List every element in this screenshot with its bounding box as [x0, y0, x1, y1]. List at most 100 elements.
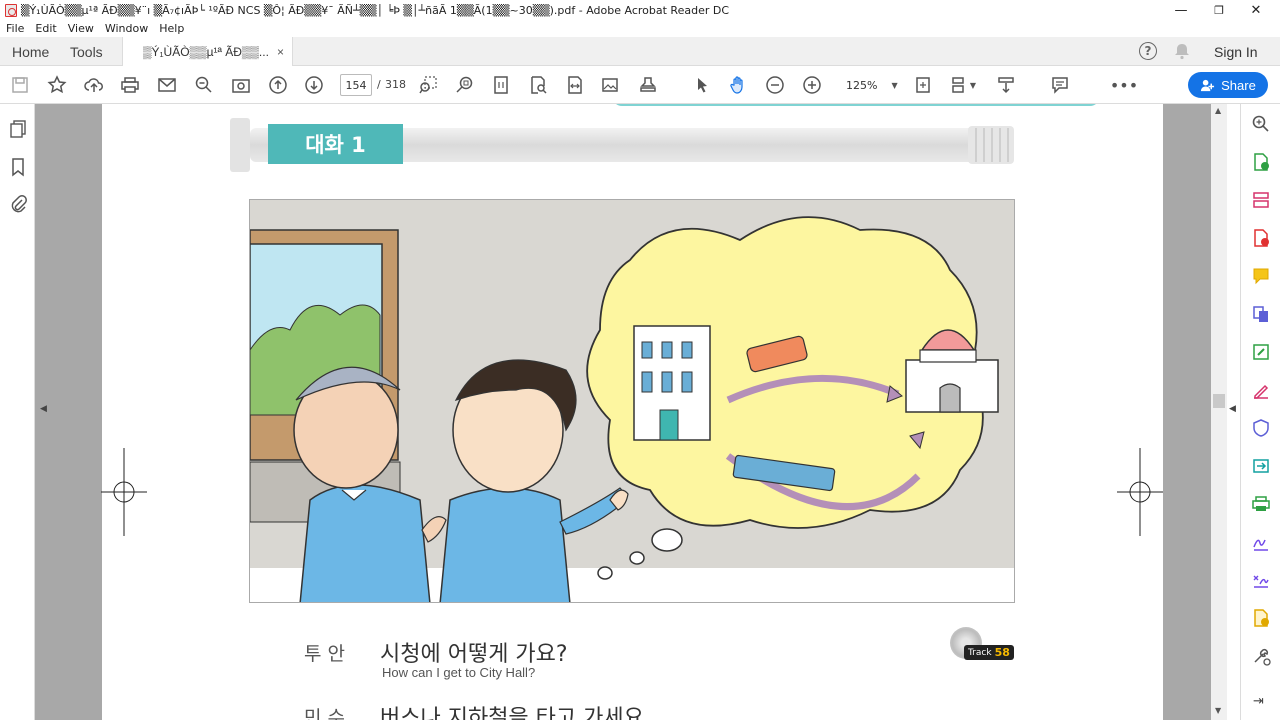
print-production-icon[interactable] [1251, 494, 1271, 518]
create-pdf-icon[interactable] [1251, 228, 1271, 252]
tab-tools[interactable]: Tools [70, 37, 103, 66]
fit-page-icon[interactable] [491, 75, 511, 95]
save-icon[interactable] [10, 75, 30, 95]
send-for-review-icon[interactable] [1251, 456, 1271, 480]
vertical-scrollbar[interactable]: ▲ ▼ [1211, 104, 1227, 720]
close-window-button[interactable]: ✕ [1238, 0, 1274, 20]
next-page-icon[interactable] [304, 75, 324, 95]
zoom-out-icon[interactable] [765, 75, 785, 95]
image-edit-icon[interactable] [601, 75, 621, 95]
attachments-icon[interactable] [8, 194, 28, 218]
acrobat-icon [5, 3, 17, 17]
menu-edit[interactable]: Edit [35, 22, 56, 35]
comment-tool-icon[interactable] [1251, 266, 1271, 290]
page-thumbnails-icon[interactable] [8, 119, 28, 143]
expand-panel-icon[interactable]: ⇥ [1253, 694, 1264, 709]
share-button[interactable]: Share [1188, 72, 1268, 98]
combine-files-icon[interactable] [1251, 304, 1271, 328]
page-display-icon[interactable] [950, 75, 970, 95]
section-heading: 대화 1 [268, 124, 403, 164]
scroll-down-icon[interactable]: ▼ [1215, 706, 1221, 715]
more-options-icon[interactable]: ••• [1110, 75, 1138, 95]
hand-tool-icon[interactable] [728, 75, 748, 95]
tab-close-icon[interactable]: × [277, 45, 284, 59]
print-icon[interactable] [120, 75, 140, 95]
edit-pdf-icon[interactable] [1251, 342, 1271, 366]
registration-mark-left [101, 448, 147, 536]
comment-icon[interactable] [1050, 75, 1070, 95]
find-in-page-icon[interactable] [528, 75, 548, 95]
menu-help[interactable]: Help [159, 22, 184, 35]
menu-view[interactable]: View [68, 22, 94, 35]
more-tools-icon[interactable] [1251, 646, 1271, 670]
export-pdf-icon[interactable] [1251, 152, 1271, 176]
menu-file[interactable]: File [6, 22, 24, 35]
zoom-in-icon[interactable] [802, 75, 822, 95]
bookmark-star-icon[interactable] [47, 75, 67, 95]
previous-page-icon[interactable] [268, 75, 288, 95]
right-tools-rail: ⇥ [1240, 104, 1280, 720]
marquee-zoom-icon[interactable] [418, 75, 438, 95]
cloud-upload-icon[interactable] [84, 75, 104, 95]
chevron-down-icon[interactable]: ▼ [968, 75, 978, 95]
add-user-icon [1201, 79, 1215, 91]
dialogue-illustration [249, 199, 1015, 603]
section-frame-bottom [612, 104, 1100, 106]
page-separator: / [377, 78, 381, 91]
menu-bar: File Edit View Window Help [0, 20, 1280, 37]
right-panel-toggle-strip: ◀ [1227, 104, 1240, 720]
collapse-right-panel-icon[interactable]: ◀ [1229, 404, 1236, 414]
search-icon[interactable] [1251, 114, 1271, 138]
tab-document-label: ▒Ý₁ÙÃÒ▒▒µ¹ª ÃÐ▒▒... [143, 45, 269, 59]
rotate-page-icon[interactable] [913, 75, 933, 95]
collapse-left-panel-icon[interactable]: ◀ [40, 404, 47, 414]
page-gutter-left: ◀ [35, 104, 102, 720]
stamp-icon[interactable] [638, 75, 658, 95]
bookmarks-icon[interactable] [8, 157, 28, 181]
zoom-search-icon[interactable] [194, 75, 214, 95]
dialogue-line-1-korean: 시청에 어떻게 가요? [380, 642, 568, 667]
sign-in-link[interactable]: Sign In [1214, 44, 1258, 60]
zoom-level-dropdown[interactable]: 125% ▼ [836, 74, 898, 96]
fit-width-icon[interactable] [565, 75, 585, 95]
snapshot-icon[interactable] [231, 75, 251, 95]
speaker-1: 투 안 [304, 643, 345, 665]
pan-zoom-icon[interactable] [455, 75, 475, 95]
signature-icon[interactable] [1251, 532, 1271, 556]
audio-track-badge[interactable]: Track 58 [950, 627, 1016, 661]
scrolling-mode-icon[interactable] [996, 75, 1016, 95]
title-bar: ▒Ý₁ÙÃÒ▒▒µ¹ª ÃÐ▒▒¥¨ı ▒Ã₇¢ıÃÞ└ ¹ºÃÐ NCS ▒Ô… [0, 0, 1280, 20]
email-icon[interactable] [157, 75, 177, 95]
chevron-down-icon: ▼ [891, 80, 898, 90]
dialogue-line-2-korean: 버스나 지하철을 타고 가세요 [380, 706, 644, 720]
menu-window[interactable]: Window [105, 22, 148, 35]
certificate-sign-icon[interactable] [1251, 570, 1271, 594]
scrollbar-thumb[interactable] [1213, 394, 1225, 408]
page-total: 318 [385, 78, 406, 91]
left-navigation-rail [0, 104, 35, 720]
zoom-level-value: 125% [846, 78, 878, 92]
export-document-icon[interactable] [1251, 608, 1271, 632]
speaker-2: 민 수 [304, 707, 345, 720]
registration-mark-right [1117, 448, 1163, 536]
tab-document[interactable]: ▒Ý₁ÙÃÒ▒▒µ¹ª ÃÐ▒▒... × [122, 37, 293, 67]
organize-pages-icon[interactable] [1251, 190, 1271, 214]
track-number: 58 [994, 646, 1010, 659]
pdf-page: 대화 1 투 안 시청에 어떻게 가요? How can I get to Ci… [102, 104, 1163, 720]
page-gutter-right [1163, 104, 1211, 720]
share-label: Share [1221, 77, 1256, 93]
fill-sign-icon[interactable] [1251, 380, 1271, 404]
select-cursor-icon[interactable] [692, 75, 712, 95]
dialogue-line-1-english: How can I get to City Hall? [382, 665, 536, 680]
window-title: ▒Ý₁ÙÃÒ▒▒µ¹ª ÃÐ▒▒¥¨ı ▒Ã₇¢ıÃÞ└ ¹ºÃÐ NCS ▒Ô… [21, 3, 730, 17]
protect-icon[interactable] [1251, 418, 1271, 442]
maximize-button[interactable]: ❐ [1201, 0, 1237, 20]
scroll-up-icon[interactable]: ▲ [1215, 106, 1221, 115]
page-number-input[interactable]: 154 [340, 74, 372, 96]
minimize-button[interactable]: — [1163, 0, 1199, 20]
help-icon[interactable]: ? [1139, 42, 1157, 60]
notification-bell-icon[interactable] [1173, 42, 1191, 60]
tab-row: Home Tools ▒Ý₁ÙÃÒ▒▒µ¹ª ÃÐ▒▒... × [0, 37, 1280, 67]
track-label: Track [968, 647, 992, 658]
tab-home[interactable]: Home [12, 37, 49, 66]
